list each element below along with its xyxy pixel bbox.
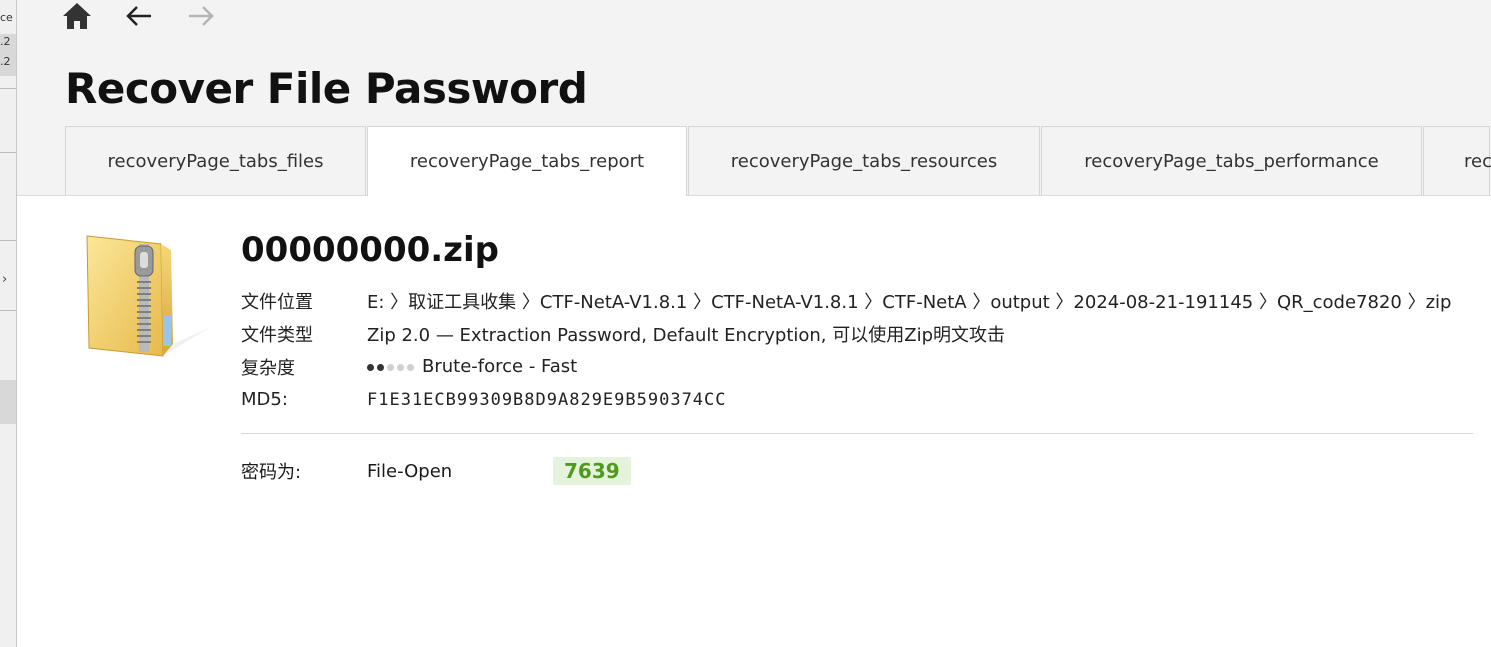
fragment-text: ce xyxy=(0,11,13,24)
file-info: 文件位置 E: 〉取证工具收集 〉CTF-NetA-V1.8.1 〉CTF-Ne… xyxy=(241,284,1451,416)
complexity-label: 复杂度 xyxy=(241,357,295,379)
password-kind: File-Open xyxy=(367,460,453,482)
location-row: 文件位置 E: 〉取证工具收集 〉CTF-NetA-V1.8.1 〉CTF-Ne… xyxy=(241,284,1451,317)
tab-resources[interactable]: recoveryPage_tabs_resources xyxy=(688,126,1040,195)
background-window-fragment: ce .2 .2 › xyxy=(0,0,17,647)
location-label: 文件位置 xyxy=(241,291,313,313)
home-icon[interactable] xyxy=(61,0,93,32)
navigation-bar xyxy=(61,0,217,32)
md5-row: MD5: F1E31ECB99309B8D9A829E9B590374CC xyxy=(241,383,1451,416)
fragment-panel xyxy=(0,380,16,424)
chevron-right-icon[interactable]: › xyxy=(2,272,7,287)
fragment-text: .2 xyxy=(0,55,11,68)
fragment-divider xyxy=(0,88,16,89)
complexity-value: Brute-force - Fast xyxy=(367,356,577,377)
tab-report[interactable]: recoveryPage_tabs_report xyxy=(367,126,687,196)
report-panel: 00000000.zip 文件位置 E: 〉取证工具收集 〉CTF-NetA-V… xyxy=(17,196,1491,647)
tab-performance[interactable]: recoveryPage_tabs_performance xyxy=(1041,126,1422,195)
md5-value: F1E31ECB99309B8D9A829E9B590374CC xyxy=(367,389,727,410)
arrow-right-icon[interactable] xyxy=(185,0,217,32)
fragment-divider xyxy=(0,152,16,153)
arrow-left-icon[interactable] xyxy=(123,0,155,32)
fragment-text: .2 xyxy=(0,35,11,48)
type-value: Zip 2.0 — Extraction Password, Default E… xyxy=(367,324,1006,346)
file-name: 00000000.zip xyxy=(241,230,499,270)
zip-folder-icon xyxy=(83,232,211,366)
complexity-meter xyxy=(367,363,414,371)
complexity-dot xyxy=(377,363,384,371)
complexity-dot xyxy=(387,363,394,371)
complexity-row: 复杂度 Brute-force - Fast xyxy=(241,350,1451,383)
tab-overflow[interactable]: rec xyxy=(1423,126,1491,195)
tab-bar: recoveryPage_tabs_files recoveryPage_tab… xyxy=(65,126,1491,196)
type-row: 文件类型 Zip 2.0 — Extraction Password, Defa… xyxy=(241,317,1451,350)
md5-label: MD5: xyxy=(241,389,288,410)
fragment-divider xyxy=(0,240,16,241)
tab-files[interactable]: recoveryPage_tabs_files xyxy=(65,126,366,195)
password-value[interactable]: 7639 xyxy=(553,457,631,485)
complexity-dot xyxy=(397,363,404,371)
location-value: E: 〉取证工具收集 〉CTF-NetA-V1.8.1 〉CTF-NetA-V1… xyxy=(367,291,1452,313)
password-row: 密码为: File-Open 7639 xyxy=(241,454,631,488)
divider xyxy=(241,433,1473,434)
complexity-dot xyxy=(367,363,374,371)
password-label: 密码为: xyxy=(241,462,302,483)
page-header: Recover File Password recoveryPage_tabs_… xyxy=(17,0,1491,196)
page-title: Recover File Password xyxy=(65,64,588,113)
complexity-dot xyxy=(407,363,414,371)
fragment-divider xyxy=(0,310,16,311)
complexity-text: Brute-force - Fast xyxy=(422,356,578,377)
type-label: 文件类型 xyxy=(241,324,313,346)
